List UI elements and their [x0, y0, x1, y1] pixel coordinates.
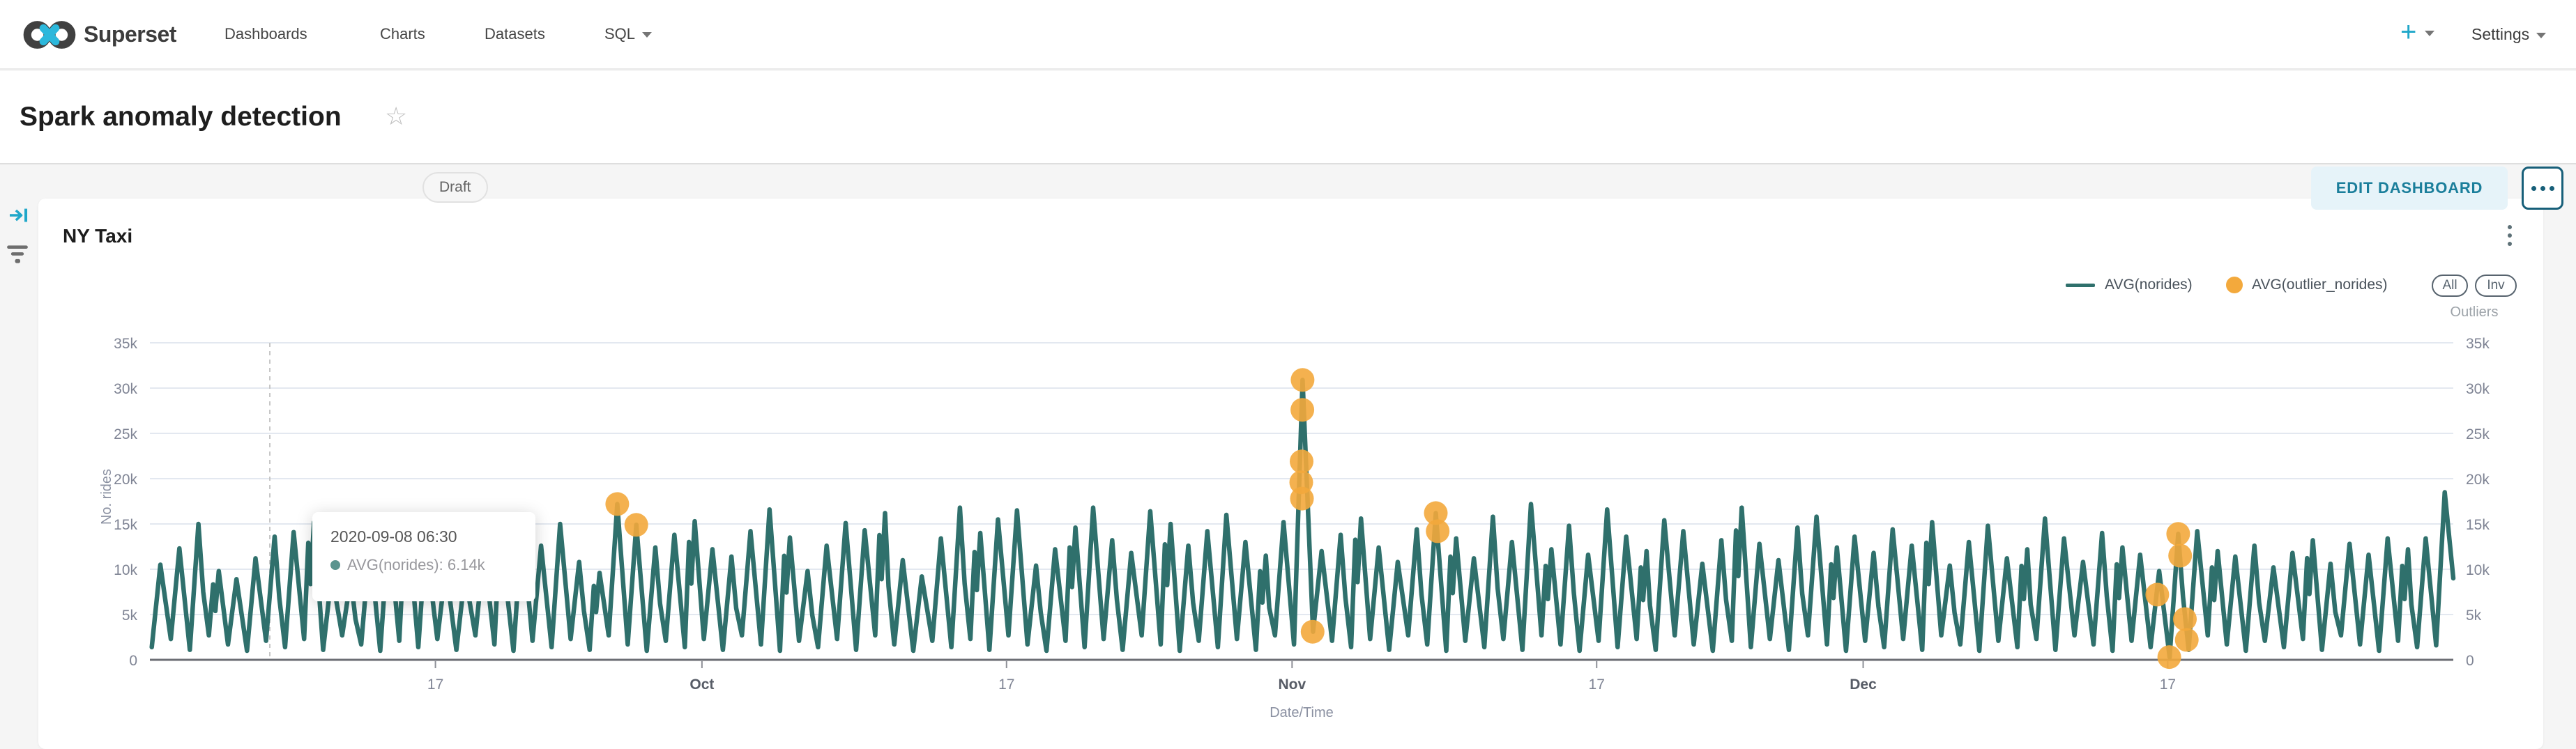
new-menu-button[interactable]: +: [2400, 0, 2434, 67]
chart-title: NY Taxi: [63, 225, 132, 247]
edit-dashboard-button[interactable]: EDIT DASHBOARD: [2311, 167, 2508, 210]
chart-kebab-menu-icon[interactable]: [2501, 225, 2519, 253]
y-axis-tick-left: 35k: [114, 336, 137, 352]
top-navbar: Superset Dashboards Charts Datasets SQL …: [0, 0, 2576, 70]
favorite-star-icon[interactable]: ☆: [385, 71, 407, 163]
chart-card-ny-taxi: NY Taxi AVG(norides) AVG(outlier_norides…: [38, 199, 2543, 749]
y-axis-tick-left: 25k: [114, 426, 137, 442]
superset-logo-icon[interactable]: [21, 20, 78, 49]
y-axis-tick-right: 15k: [2466, 517, 2490, 533]
y-axis-title: No. rides: [99, 469, 114, 525]
y-axis-tick-right: 0: [2466, 653, 2474, 669]
expand-filter-bar-icon[interactable]: [8, 206, 30, 224]
filter-icon[interactable]: [6, 244, 29, 265]
legend-inverse-button[interactable]: Inv: [2475, 275, 2517, 297]
y-axis-tick-left: 30k: [114, 381, 137, 397]
outliers-series-label: Outliers: [2432, 304, 2517, 321]
chart-legend: AVG(norides) AVG(outlier_norides) All In…: [38, 274, 2520, 298]
brand-name[interactable]: Superset: [84, 0, 176, 68]
series-dot-icon: [330, 560, 340, 570]
tooltip-date: 2020-09-08 06:30: [330, 527, 535, 546]
y-axis-tick-right: 30k: [2466, 381, 2490, 397]
nav-item-datasets[interactable]: Datasets: [485, 0, 545, 68]
x-axis-tick: 17: [2160, 677, 2176, 693]
chart-tooltip: 2020-09-08 06:30 AVG(norides): 6.14k: [312, 512, 535, 601]
nav-item-sql[interactable]: SQL: [604, 0, 652, 68]
draft-status-badge: Draft: [422, 172, 488, 203]
legend-circle-swatch: [2226, 277, 2243, 293]
chevron-down-icon: [2425, 31, 2434, 36]
legend-item-outlier-norides[interactable]: AVG(outlier_norides): [2226, 274, 2388, 296]
y-axis-tick-right: 10k: [2466, 562, 2490, 578]
nav-item-charts[interactable]: Charts: [380, 0, 425, 68]
filter-bar-collapsed: [0, 164, 38, 737]
plus-icon: +: [2400, 17, 2416, 47]
settings-menu-button[interactable]: Settings: [2471, 0, 2546, 68]
x-axis-tick: 17: [998, 677, 1014, 693]
x-axis-tick: Oct: [689, 677, 714, 693]
page-title: Spark anomaly detection: [20, 71, 342, 163]
legend-select-all-button[interactable]: All: [2432, 275, 2468, 297]
settings-label: Settings: [2471, 25, 2529, 43]
y-axis-tick-left: 5k: [122, 608, 138, 624]
superset-dashboard-page: { "theme": { "accent": "#20A7C9", "line_…: [0, 0, 2576, 737]
chevron-down-icon: [642, 32, 652, 38]
outlier-dots[interactable]: [605, 368, 2198, 669]
x-axis-tick: 17: [427, 677, 443, 693]
y-axis-tick-left: 20k: [114, 472, 137, 488]
dashboard-more-button[interactable]: [2522, 167, 2563, 210]
chevron-down-icon: [2536, 33, 2546, 38]
y-axis-tick-right: 25k: [2466, 426, 2490, 442]
y-axis-tick-left: 0: [129, 653, 137, 669]
tooltip-series-entry: AVG(norides): 6.14k: [330, 556, 535, 574]
x-axis-tick: Dec: [1850, 677, 1877, 693]
y-axis-tick-left: 10k: [114, 562, 137, 578]
nav-item-dashboards[interactable]: Dashboards: [224, 0, 307, 68]
legend-item-norides[interactable]: AVG(norides): [2066, 274, 2193, 296]
ellipsis-icon: [2531, 186, 2536, 191]
legend-line-swatch: [2066, 284, 2095, 287]
dashboard-header: Spark anomaly detection ☆ Draft EDIT DAS…: [0, 71, 2576, 164]
tooltip-value: AVG(norides): 6.14k: [347, 556, 485, 574]
y-axis-tick-right: 35k: [2466, 336, 2490, 352]
x-axis-tick: 17: [1589, 677, 1605, 693]
y-axis-tick-right: 20k: [2466, 472, 2490, 488]
nav-item-sql-label: SQL: [604, 25, 635, 43]
x-axis-title: Date/Time: [1270, 705, 1334, 720]
x-axis-tick: Nov: [1279, 677, 1306, 693]
y-axis-tick-left: 15k: [114, 517, 137, 533]
legend-label: AVG(norides): [2105, 274, 2193, 296]
y-axis-tick-right: 5k: [2466, 608, 2482, 624]
legend-label: AVG(outlier_norides): [2252, 274, 2388, 296]
